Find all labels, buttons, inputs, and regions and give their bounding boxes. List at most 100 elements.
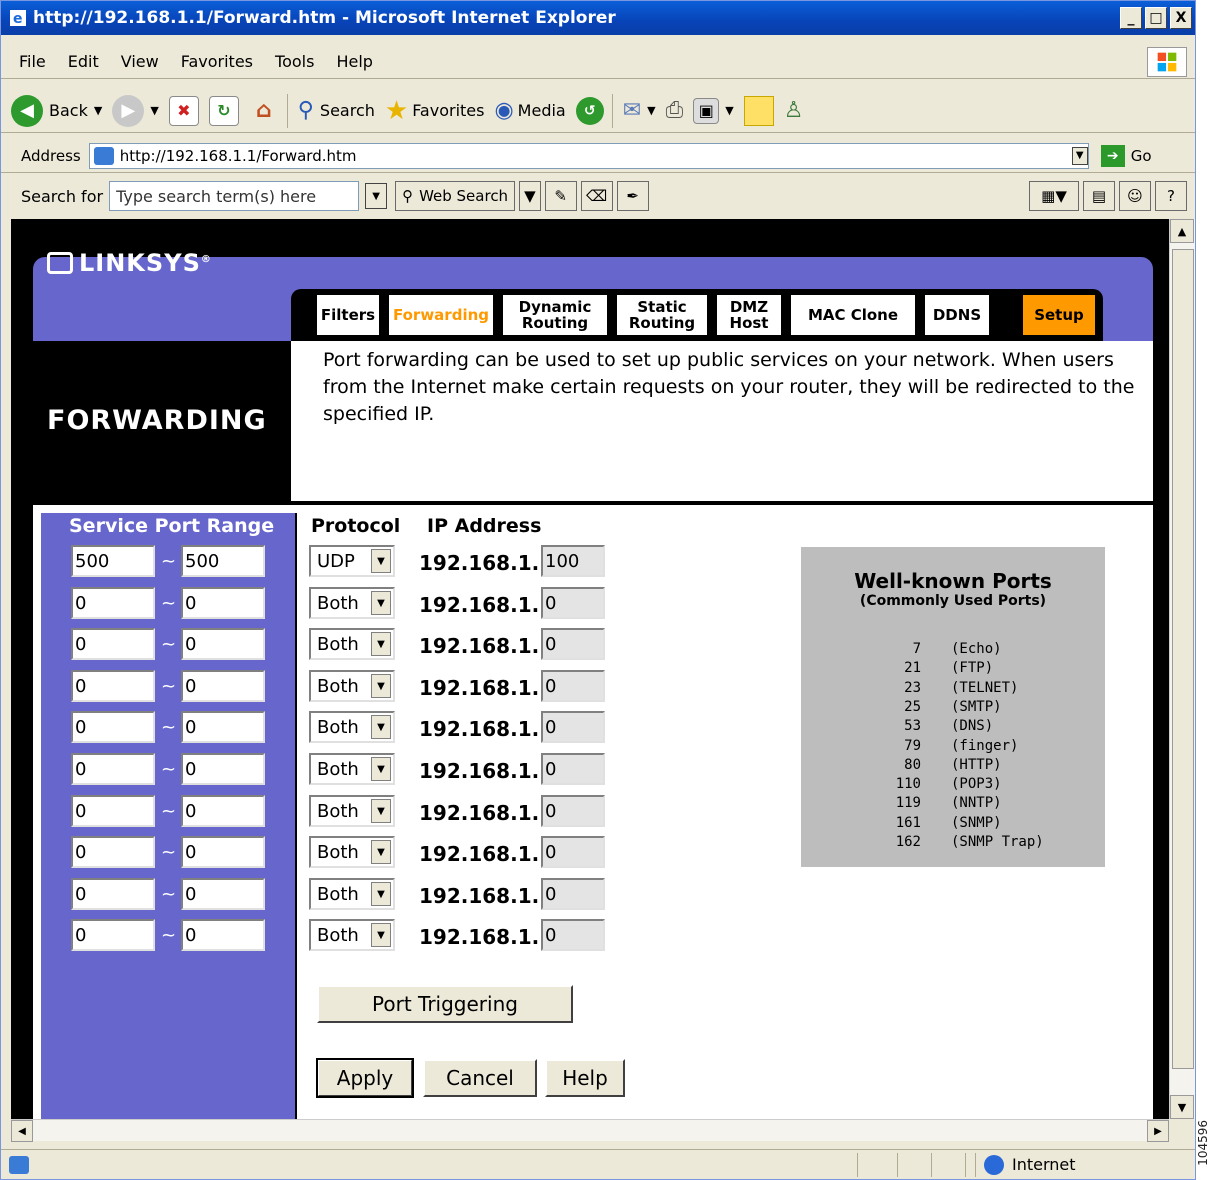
menu-tools[interactable]: Tools: [275, 52, 314, 71]
address-input[interactable]: http://192.168.1.1/Forward.htm ▼: [88, 142, 1089, 169]
port-start-input[interactable]: 0: [71, 878, 155, 910]
chevron-down-icon[interactable]: ▼: [94, 104, 102, 117]
port-start-input[interactable]: 0: [71, 753, 155, 785]
protocol-select[interactable]: Both ▼: [309, 587, 395, 619]
menu-edit[interactable]: Edit: [68, 52, 99, 71]
title-bar[interactable]: e http://192.168.1.1/Forward.htm - Micro…: [1, 1, 1195, 35]
chevron-down-icon[interactable]: ▼: [371, 715, 391, 739]
port-start-input[interactable]: 0: [71, 795, 155, 827]
chevron-down-icon[interactable]: ▼: [725, 104, 733, 117]
messenger-icon[interactable]: ♙: [784, 98, 804, 123]
home-icon[interactable]: ⌂: [249, 96, 279, 126]
web-search-dropdown-icon[interactable]: ▼: [519, 181, 541, 211]
history-icon[interactable]: ↺: [575, 96, 604, 125]
port-end-input[interactable]: 0: [181, 670, 265, 702]
protocol-select[interactable]: Both ▼: [309, 795, 395, 827]
horizontal-scrollbar[interactable]: ◀ ▶: [11, 1119, 1169, 1142]
scroll-right-icon[interactable]: ▶: [1147, 1120, 1169, 1142]
edit-icon[interactable]: ▣: [693, 97, 720, 124]
stop-icon[interactable]: ✖: [168, 95, 199, 126]
web-search-button[interactable]: ⚲ Web Search: [395, 181, 516, 211]
apply-button[interactable]: Apply: [316, 1058, 414, 1098]
port-end-input[interactable]: 0: [181, 711, 265, 743]
chevron-down-icon[interactable]: ▼: [371, 591, 391, 615]
protocol-select[interactable]: Both ▼: [309, 919, 395, 951]
discuss-icon[interactable]: [743, 95, 774, 126]
port-start-input[interactable]: 0: [71, 628, 155, 660]
scroll-thumb[interactable]: [1172, 249, 1194, 1069]
help-button[interactable]: Help: [545, 1059, 625, 1097]
chevron-down-icon[interactable]: ▼: [150, 104, 158, 117]
search-button[interactable]: ⚲ Search: [298, 98, 375, 123]
cancel-button[interactable]: Cancel: [423, 1059, 537, 1097]
help-icon[interactable]: ?: [1155, 181, 1187, 211]
protocol-select[interactable]: Both ▼: [309, 628, 395, 660]
search-input[interactable]: Type search term(s) here: [109, 181, 360, 211]
ip-last-octet-input[interactable]: 0: [541, 836, 605, 868]
ip-last-octet-input[interactable]: 0: [541, 587, 605, 619]
eraser-icon[interactable]: ⌫: [580, 181, 613, 211]
port-end-input[interactable]: 500: [181, 545, 265, 577]
address-dropdown-icon[interactable]: ▼: [1071, 146, 1088, 165]
mail-icon[interactable]: ✉: [623, 98, 641, 123]
minimize-button[interactable]: _: [1120, 7, 1142, 29]
tab-dmz-host[interactable]: DMZ Host: [717, 295, 781, 335]
protocol-select[interactable]: Both ▼: [309, 836, 395, 868]
scroll-down-icon[interactable]: ▼: [1170, 1095, 1194, 1119]
port-end-input[interactable]: 0: [181, 795, 265, 827]
pen-icon[interactable]: ✒: [616, 181, 649, 211]
protocol-select[interactable]: Both ▼: [309, 878, 395, 910]
media-button[interactable]: ◉ Media: [494, 98, 565, 123]
print-icon[interactable]: ⎙: [666, 98, 684, 123]
chevron-down-icon[interactable]: ▼: [371, 799, 391, 823]
tab-ddns[interactable]: DDNS: [925, 295, 989, 335]
port-start-input[interactable]: 0: [71, 711, 155, 743]
ip-last-octet-input[interactable]: 0: [541, 670, 605, 702]
port-end-input[interactable]: 0: [181, 753, 265, 785]
ip-last-octet-input[interactable]: 0: [541, 711, 605, 743]
menu-view[interactable]: View: [121, 52, 159, 71]
chevron-down-icon[interactable]: ▼: [647, 104, 655, 117]
port-start-input[interactable]: 0: [71, 836, 155, 868]
refresh-icon[interactable]: ↻: [208, 95, 239, 126]
protocol-select[interactable]: Both ▼: [309, 711, 395, 743]
go-button[interactable]: ➔ Go: [1100, 144, 1152, 167]
scroll-up-icon[interactable]: ▲: [1170, 219, 1194, 243]
chat-icon[interactable]: ☺: [1119, 181, 1151, 211]
ip-last-octet-input[interactable]: 100: [541, 545, 605, 577]
chevron-down-icon[interactable]: ▼: [371, 549, 391, 573]
port-start-input[interactable]: 0: [71, 670, 155, 702]
vertical-scrollbar[interactable]: ▲ ▼: [1169, 219, 1195, 1119]
ip-last-octet-input[interactable]: 0: [541, 919, 605, 951]
menu-file[interactable]: File: [19, 52, 46, 71]
chevron-down-icon[interactable]: ▼: [371, 923, 391, 947]
port-triggering-button[interactable]: Port Triggering: [317, 985, 573, 1023]
menu-help[interactable]: Help: [336, 52, 372, 71]
search-dropdown-icon[interactable]: ▼: [365, 183, 388, 209]
maximize-button[interactable]: □: [1145, 7, 1167, 29]
back-button[interactable]: ◀ Back ▼: [11, 94, 102, 127]
port-end-input[interactable]: 0: [181, 628, 265, 660]
highlight-icon[interactable]: ✎: [544, 181, 577, 211]
ip-last-octet-input[interactable]: 0: [541, 878, 605, 910]
tab-mac-clone[interactable]: MAC Clone: [791, 295, 915, 335]
close-button[interactable]: X: [1170, 7, 1192, 29]
tab-static-routing[interactable]: Static Routing: [617, 295, 707, 335]
tab-dynamic-routing[interactable]: Dynamic Routing: [503, 295, 607, 335]
protocol-select[interactable]: Both ▼: [309, 670, 395, 702]
port-start-input[interactable]: 500: [71, 545, 155, 577]
port-end-input[interactable]: 0: [181, 878, 265, 910]
favorites-button[interactable]: ★ Favorites: [385, 96, 485, 126]
chevron-down-icon[interactable]: ▼: [371, 674, 391, 698]
forward-button[interactable]: ▶ ▼: [112, 94, 159, 127]
chevron-down-icon[interactable]: ▼: [371, 632, 391, 656]
menu-favorites[interactable]: Favorites: [181, 52, 253, 71]
chevron-down-icon[interactable]: ▼: [371, 882, 391, 906]
ip-last-octet-input[interactable]: 0: [541, 795, 605, 827]
port-start-input[interactable]: 0: [71, 587, 155, 619]
port-end-input[interactable]: 0: [181, 587, 265, 619]
port-end-input[interactable]: 0: [181, 919, 265, 951]
chevron-down-icon[interactable]: ▼: [371, 840, 391, 864]
ip-last-octet-input[interactable]: 0: [541, 628, 605, 660]
tab-setup[interactable]: Setup: [1023, 295, 1095, 335]
